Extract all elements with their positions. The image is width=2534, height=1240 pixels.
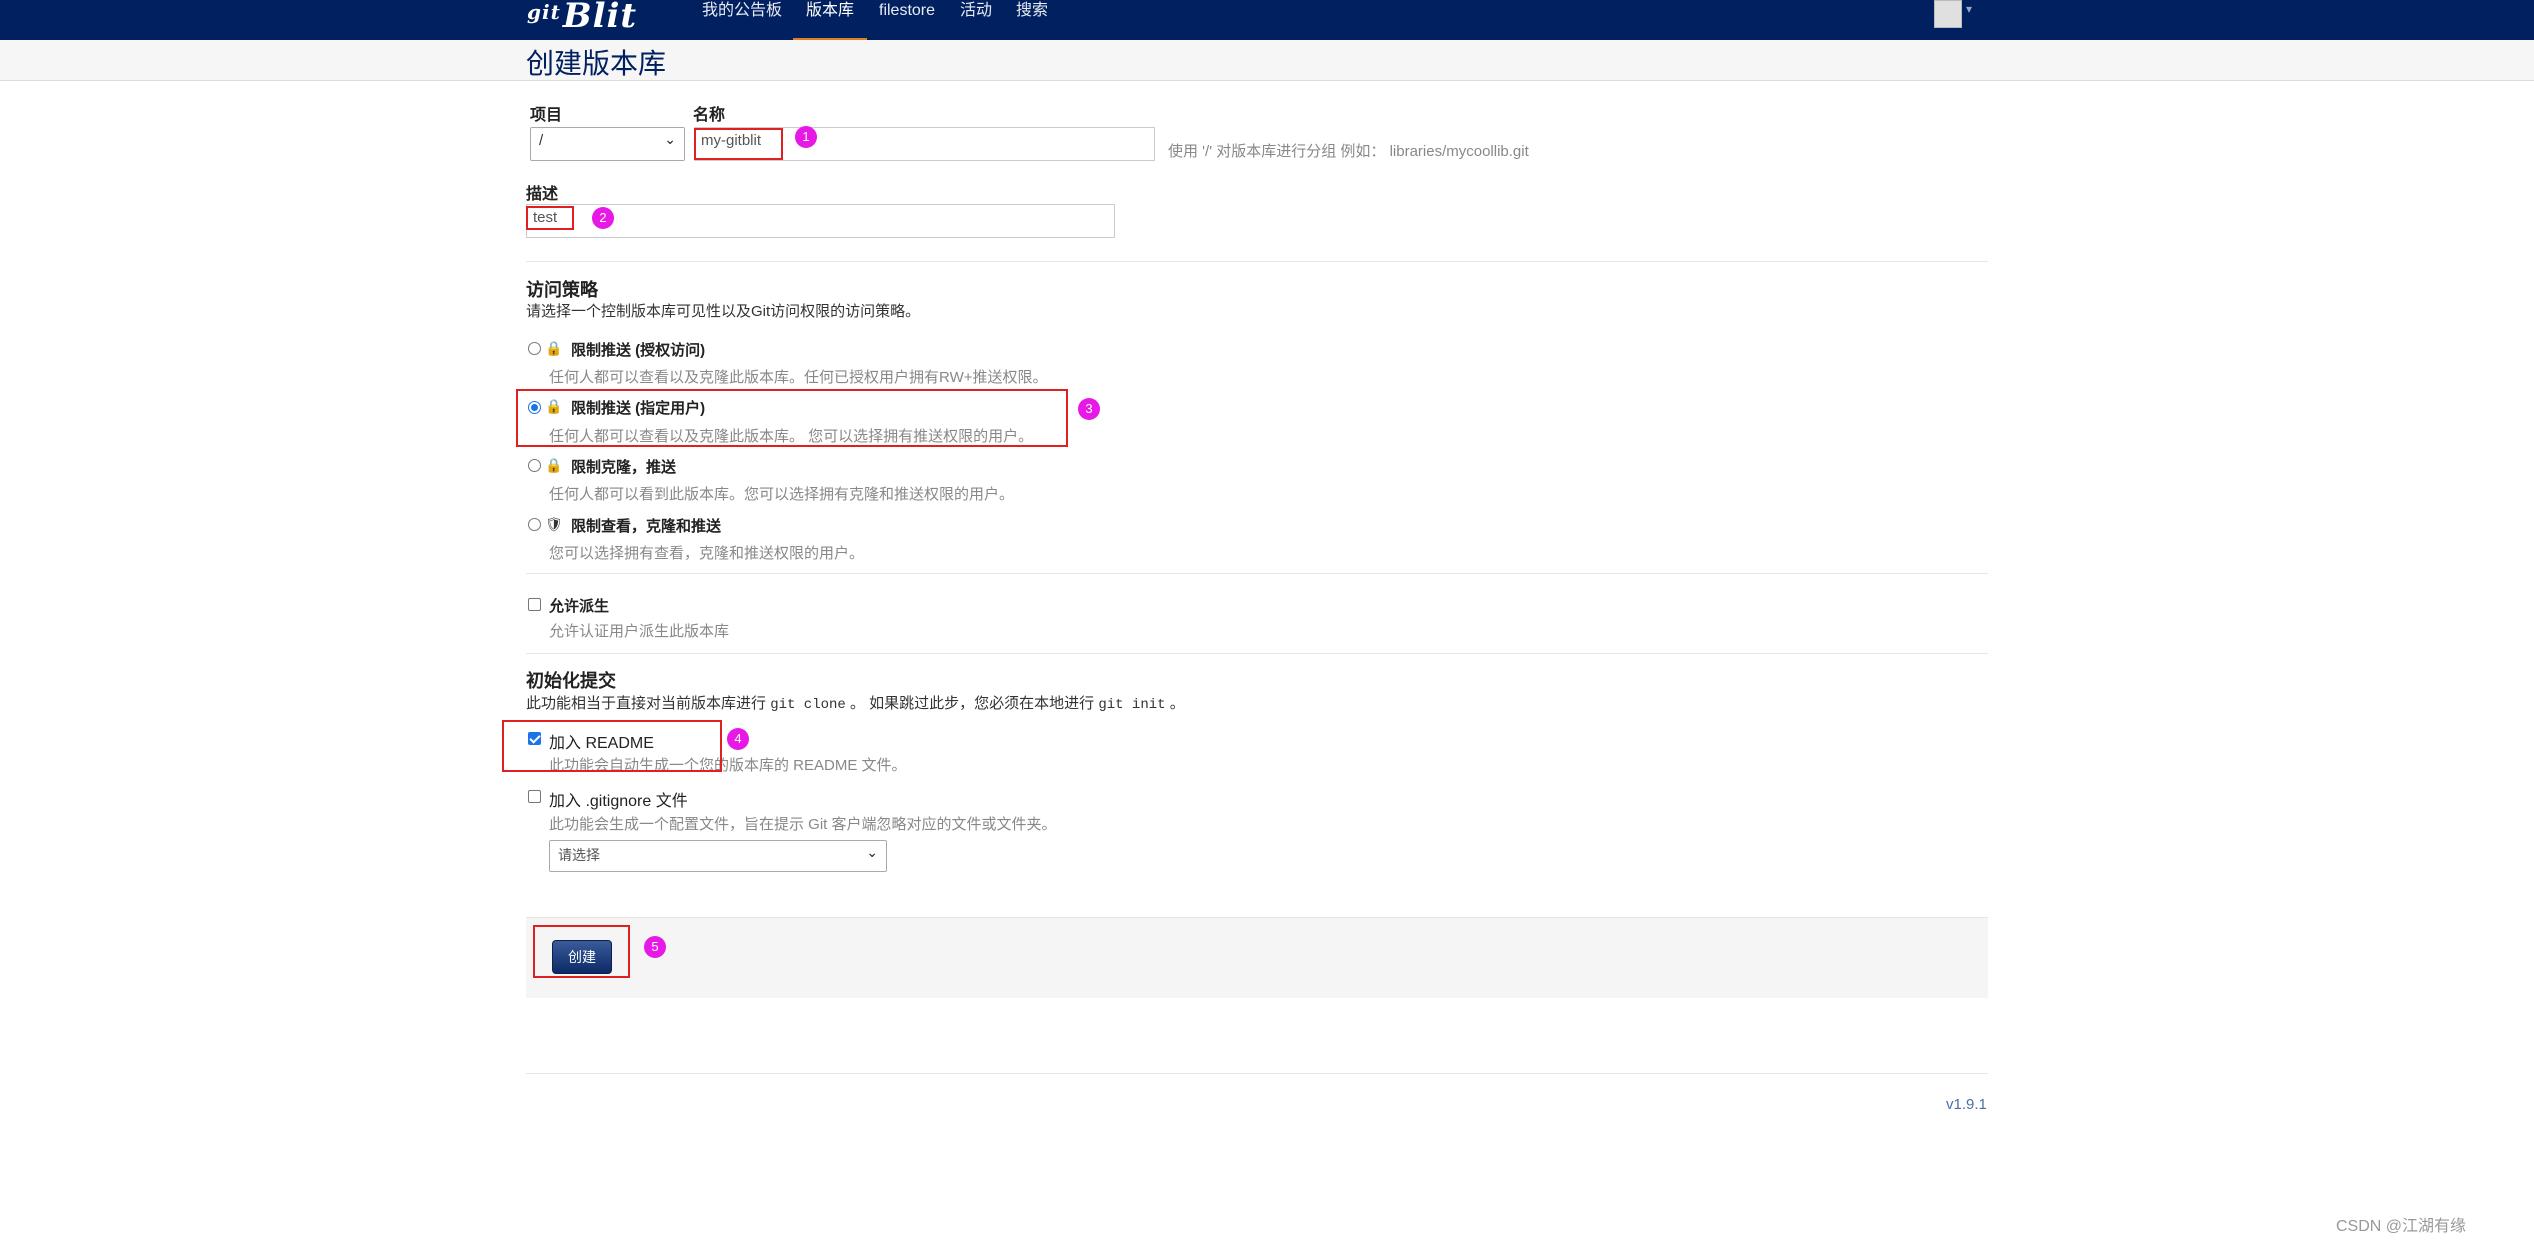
access-option-radio-3[interactable]: [528, 518, 541, 531]
user-avatar[interactable]: [1934, 0, 1962, 28]
access-policy-subtitle: 请选择一个控制版本库可见性以及Git访问权限的访问策略。: [526, 303, 921, 320]
chevron-down-icon[interactable]: ▾: [1966, 2, 1972, 16]
description-label: 描述: [526, 186, 559, 203]
initial-commit-desc: 此功能相当于直接对当前版本库进行 git clone 。 如果跳过此步，您必须在…: [526, 695, 1185, 713]
name-label: 名称: [693, 107, 726, 124]
name-hint: 使用 '/' 对版本库进行分组 例如： libraries/mycoollib.…: [1168, 143, 1529, 160]
highlight-box-5: [533, 925, 630, 978]
shield-icon: 🛡: [545, 516, 563, 532]
access-option-desc-2: 任何人都可以看到此版本库。您可以选择拥有克隆和推送权限的用户。: [549, 486, 1015, 503]
nav-activity[interactable]: 活动: [960, 0, 992, 40]
allow-forks-checkbox[interactable]: [528, 598, 541, 611]
chevron-down-icon: ⌄: [866, 844, 878, 860]
marker-3: 3: [1078, 398, 1100, 420]
nav-search[interactable]: 搜索: [1016, 0, 1048, 40]
nav-filestore[interactable]: filestore: [879, 0, 935, 40]
divider: [526, 261, 1988, 262]
access-option-label-3[interactable]: 限制查看，克隆和推送: [571, 515, 721, 536]
description-input[interactable]: test: [526, 204, 1115, 238]
page-header: [0, 40, 2534, 81]
highlight-box-4: [502, 720, 722, 772]
gitblit-logo[interactable]: gitBlit: [527, 0, 637, 36]
marker-4: 4: [727, 728, 749, 750]
page-title: 创建版本库: [526, 48, 667, 79]
marker-5: 5: [644, 936, 666, 958]
divider: [526, 653, 1988, 654]
chevron-down-icon: ⌄: [664, 131, 676, 147]
version-link[interactable]: v1.9.1: [1946, 1096, 1987, 1113]
highlight-box-3: [516, 389, 1068, 447]
top-navbar: [0, 0, 2534, 40]
access-option-desc-3: 您可以选择拥有查看，克隆和推送权限的用户。: [549, 545, 865, 562]
add-gitignore-label[interactable]: 加入 .gitignore 文件: [549, 787, 688, 811]
nav-repositories[interactable]: 版本库: [793, 0, 867, 41]
code-git-init: git init: [1098, 697, 1166, 713]
initial-commit-title: 初始化提交: [526, 671, 616, 691]
access-option-label-0[interactable]: 限制推送 (授权访问): [571, 339, 705, 360]
lock-icon: 🔒: [545, 340, 563, 356]
highlight-box-2: [526, 206, 574, 230]
divider: [526, 573, 1988, 574]
access-option-radio-0[interactable]: [528, 342, 541, 355]
project-select-value: /: [539, 132, 544, 149]
access-policy-title: 访问策略: [526, 280, 598, 300]
access-option-desc-0: 任何人都可以查看以及克隆此版本库。任何已授权用户拥有RW+推送权限。: [549, 369, 1048, 386]
gitignore-select-value: 请选择: [558, 847, 600, 863]
access-option-label-2[interactable]: 限制克隆，推送: [571, 456, 676, 477]
project-label: 项目: [530, 107, 563, 124]
allow-forks-desc: 允许认证用户派生此版本库: [549, 623, 730, 640]
allow-forks-label[interactable]: 允许派生: [549, 595, 609, 616]
code-git-clone: git clone: [770, 697, 846, 713]
add-gitignore-desc: 此功能会生成一个配置文件，旨在提示 Git 客户端忽略对应的文件或文件夹。: [549, 816, 1057, 833]
gitignore-select[interactable]: 请选择 ⌄: [549, 840, 887, 872]
add-gitignore-checkbox[interactable]: [528, 790, 541, 803]
highlight-box-1: [694, 128, 783, 160]
marker-1: 1: [795, 126, 817, 148]
watermark: CSDN @江湖有缘: [2336, 1218, 2467, 1235]
form-actions: [526, 917, 1988, 998]
lock-icon: 🔒: [545, 457, 563, 473]
footer-divider: [526, 1073, 1988, 1074]
project-select[interactable]: / ⌄: [530, 127, 685, 161]
marker-2: 2: [592, 207, 614, 229]
nav-dashboard[interactable]: 我的公告板: [702, 0, 782, 40]
access-option-radio-2[interactable]: [528, 459, 541, 472]
